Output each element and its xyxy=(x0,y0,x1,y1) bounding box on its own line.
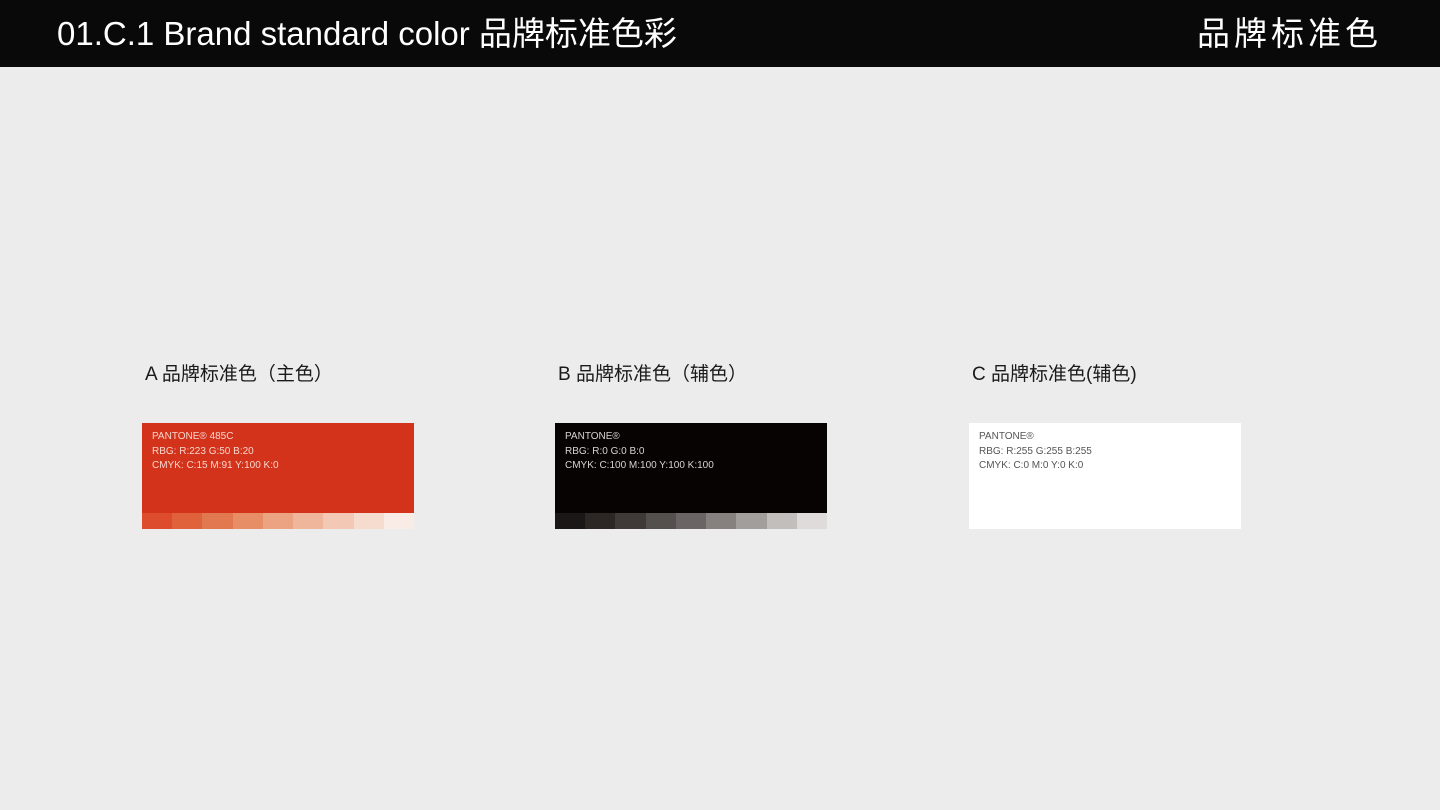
tint-strip xyxy=(555,513,827,529)
color-section-secondary-white: C 品牌标准色(辅色) PANTONE® RBG: R:255 G:255 B:… xyxy=(969,362,1241,529)
tint-swatch xyxy=(645,513,676,529)
tint-swatch xyxy=(736,513,767,529)
color-section-primary: A 品牌标准色（主色） PANTONE® 485C RBG: R:223 G:5… xyxy=(142,362,414,529)
rgb-value: RBG: R:223 G:50 B:20 xyxy=(152,445,254,457)
color-card-black: PANTONE® RBG: R:0 G:0 B:0 CMYK: C:100 M:… xyxy=(555,423,827,529)
page-title: 01.C.1 Brand standard color 品牌标准色彩 xyxy=(57,15,677,52)
color-card-primary: PANTONE® 485C RBG: R:223 G:50 B:20 CMYK:… xyxy=(142,423,414,529)
tint-swatch xyxy=(232,513,263,529)
section-label: B 品牌标准色（辅色） xyxy=(558,364,747,385)
color-spec: PANTONE® RBG: R:0 G:0 B:0 CMYK: C:100 M:… xyxy=(565,430,714,474)
section-label: A 品牌标准色（主色） xyxy=(145,364,333,385)
section-label: C 品牌标准色(辅色) xyxy=(972,364,1137,385)
tint-strip xyxy=(969,513,1241,529)
tint-swatch xyxy=(383,513,414,529)
header-section-label: 品牌标准色 xyxy=(1197,15,1382,52)
tint-swatch xyxy=(675,513,707,529)
tint-swatch xyxy=(555,513,586,529)
tint-swatch xyxy=(585,513,616,529)
color-spec: PANTONE® RBG: R:255 G:255 B:255 CMYK: C:… xyxy=(979,430,1092,474)
pantone-value: PANTONE® xyxy=(565,431,620,442)
page-header: 01.C.1 Brand standard color 品牌标准色彩 品牌标准色 xyxy=(0,0,1440,67)
rgb-value: RBG: R:0 G:0 B:0 xyxy=(565,445,645,457)
cmyk-value: CMYK: C:0 M:0 Y:0 K:0 xyxy=(979,460,1084,471)
tint-swatch xyxy=(172,513,203,529)
tint-swatch xyxy=(353,513,384,529)
rgb-value: RBG: R:255 G:255 B:255 xyxy=(979,445,1092,457)
tint-swatch xyxy=(202,513,233,529)
tint-swatch xyxy=(615,513,646,529)
pantone-value: PANTONE® 485C xyxy=(152,431,234,442)
cmyk-value: CMYK: C:15 M:91 Y:100 K:0 xyxy=(152,460,279,471)
tint-swatch xyxy=(766,513,797,529)
tint-swatch xyxy=(262,513,294,529)
color-spec: PANTONE® 485C RBG: R:223 G:50 B:20 CMYK:… xyxy=(152,430,279,474)
tint-swatch xyxy=(796,513,827,529)
tint-swatch xyxy=(323,513,354,529)
color-section-secondary-black: B 品牌标准色（辅色） PANTONE® RBG: R:0 G:0 B:0 CM… xyxy=(555,362,827,529)
tint-strip xyxy=(142,513,414,529)
tint-swatch xyxy=(706,513,737,529)
tint-swatch xyxy=(293,513,324,529)
cmyk-value: CMYK: C:100 M:100 Y:100 K:100 xyxy=(565,460,714,471)
tint-swatch xyxy=(142,513,173,529)
pantone-value: PANTONE® xyxy=(979,431,1034,442)
color-card-white: PANTONE® RBG: R:255 G:255 B:255 CMYK: C:… xyxy=(969,423,1241,529)
